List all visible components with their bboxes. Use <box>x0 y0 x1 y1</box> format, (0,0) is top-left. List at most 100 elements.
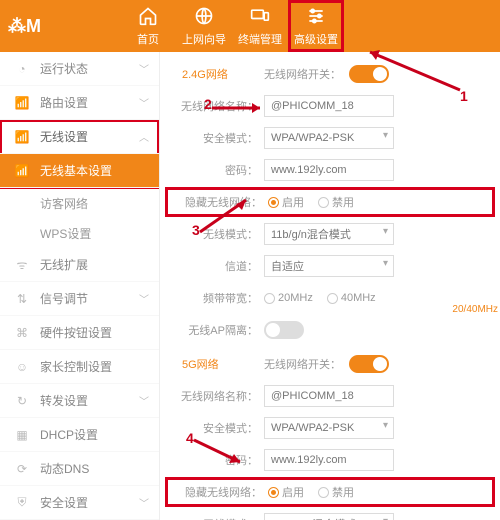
chevron-down-icon: ﹀ <box>139 95 149 110</box>
chevron-down-icon: ﹀ <box>139 495 149 510</box>
label-ssid: 无线网络名称： <box>166 98 264 114</box>
dhcp-icon: ▦ <box>14 427 30 443</box>
password5-input[interactable] <box>264 449 394 471</box>
sidebar-item-forward[interactable]: ↻ 转发设置 ﹀ <box>0 384 159 418</box>
sidebar-item-parent[interactable]: ☺家长控制设置 <box>0 350 159 384</box>
section-5g: 5G网络 <box>166 356 264 372</box>
forward-icon: ↻ <box>14 393 30 409</box>
label-chan: 信道： <box>166 258 264 274</box>
label-switch: 无线网络开关： <box>264 66 341 82</box>
radio-label-disable5: 禁用 <box>332 484 354 500</box>
wifi-icon: 📶 <box>14 129 30 145</box>
sidebar-label: 动态DNS <box>40 460 89 477</box>
wifi24-switch[interactable] <box>349 65 389 83</box>
hide24-enable-radio[interactable] <box>268 197 279 208</box>
mode24-select[interactable] <box>264 223 394 245</box>
label-ssid5: 无线网络名称： <box>166 388 264 404</box>
sidebar-label: DHCP设置 <box>40 426 98 443</box>
radio-label-enable: 启用 <box>282 194 304 210</box>
ssid24-input[interactable] <box>264 95 394 117</box>
channel24-select[interactable] <box>264 255 394 277</box>
antenna-icon: ᯤ <box>14 257 30 273</box>
hide5-disable-radio[interactable] <box>318 487 329 498</box>
hide5-enable-radio[interactable] <box>268 487 279 498</box>
nav-terminal-label: 终端管理 <box>238 31 282 47</box>
label-ap: 无线AP隔离： <box>166 322 264 338</box>
bw24-20-radio[interactable] <box>264 293 275 304</box>
sidebar: ◔运行状态﹀ 📶路由设置﹀ 📶无线设置︿ 📶无线基本设置 访客网络 WPS设置 … <box>0 52 160 520</box>
sidebar-item-wireless-basic[interactable]: 📶 无线基本设置 <box>0 154 159 188</box>
sidebar-item-signal[interactable]: ⇅ 信号调节 ﹀ <box>0 282 159 316</box>
chevron-down-icon: ﹀ <box>139 393 149 408</box>
gauge-icon: ◔ <box>14 61 30 77</box>
nav-guide[interactable]: 上网向导 <box>176 0 232 52</box>
label-mode: 无线模式： <box>166 226 264 242</box>
user-icon: ☺ <box>14 359 30 375</box>
nav-terminal[interactable]: 终端管理 <box>232 0 288 52</box>
sidebar-label: 无线基本设置 <box>40 162 112 179</box>
chevron-up-icon: ︿ <box>139 129 149 144</box>
section-24g: 2.4G网络 <box>166 66 264 82</box>
sidebar-item-status[interactable]: ◔ 运行状态 ﹀ <box>0 52 159 86</box>
security5-select[interactable] <box>264 417 394 439</box>
radio-label-disable: 禁用 <box>332 194 354 210</box>
sidebar-label: 硬件按钮设置 <box>40 324 112 341</box>
sidebar-label: 访客网络 <box>40 195 88 212</box>
label-bw: 频带带宽： <box>166 290 264 306</box>
globe-icon <box>194 6 214 29</box>
label-sec5: 安全模式： <box>166 420 264 436</box>
home-icon <box>138 6 158 29</box>
top-nav: ⁂M 首页 上网向导 终端管理 高级设置 <box>0 0 500 52</box>
radio-label-enable5: 启用 <box>282 484 304 500</box>
signal-icon: ⇅ <box>14 291 30 307</box>
sidebar-item-route[interactable]: 📶 路由设置 ﹀ <box>0 86 159 120</box>
sidebar-label: 安全设置 <box>40 494 88 511</box>
password24-input[interactable] <box>264 159 394 181</box>
wifi5-switch[interactable] <box>349 355 389 373</box>
chevron-down-icon: ﹀ <box>139 291 149 306</box>
ap24-switch[interactable] <box>264 321 304 339</box>
label-hide5: 隐藏无线网络： <box>170 484 268 500</box>
nav-guide-label: 上网向导 <box>182 31 226 47</box>
bw-hint: 20/40MHz <box>452 304 498 315</box>
sidebar-item-security[interactable]: ⛨ 安全设置 ﹀ <box>0 486 159 520</box>
sidebar-item-wireless[interactable]: 📶无线设置︿ <box>0 120 159 154</box>
sidebar-item-dhcp[interactable]: ▦ DHCP设置 <box>0 418 159 452</box>
label-switch5: 无线网络开关： <box>264 356 341 372</box>
bw24-40-radio[interactable] <box>327 293 338 304</box>
wifi-icon: 📶 <box>14 163 30 179</box>
nav-home[interactable]: 首页 <box>120 0 176 52</box>
security24-select[interactable] <box>264 127 394 149</box>
label-sec: 安全模式： <box>166 130 264 146</box>
router-icon: 📶 <box>14 95 30 111</box>
label-pwd5: 密码： <box>166 452 264 468</box>
sidebar-label: 转发设置 <box>40 392 88 409</box>
shield-icon: ⛨ <box>14 495 30 511</box>
sidebar-label: WPS设置 <box>40 225 91 242</box>
label-hide: 隐藏无线网络： <box>170 194 268 210</box>
brand-logo: ⁂M <box>0 0 60 52</box>
nav-home-label: 首页 <box>137 31 159 47</box>
mode5-select[interactable] <box>264 513 394 520</box>
sidebar-label: 信号调节 <box>40 290 88 307</box>
dns-icon: ⟳ <box>14 461 30 477</box>
sidebar-item-wps[interactable]: WPS设置 <box>0 218 159 248</box>
sidebar-item-hardware[interactable]: ⌘ 硬件按钮设置 <box>0 316 159 350</box>
sliders-icon <box>306 6 326 29</box>
devices-icon <box>250 6 270 29</box>
sidebar-item-guest[interactable]: 访客网络 <box>0 188 159 218</box>
sidebar-label: 路由设置 <box>40 94 88 111</box>
label-pwd: 密码： <box>166 162 264 178</box>
nav-advanced-label: 高级设置 <box>294 31 338 47</box>
sidebar-item-extend[interactable]: ᯤ无线扩展 <box>0 248 159 282</box>
hide24-disable-radio[interactable] <box>318 197 329 208</box>
sidebar-item-ddns[interactable]: ⟳ 动态DNS <box>0 452 159 486</box>
radio-label-40: 40MHz <box>341 292 376 304</box>
chevron-down-icon: ﹀ <box>139 61 149 76</box>
chip-icon: ⌘ <box>14 325 30 341</box>
label-mode5: 无线模式： <box>166 516 264 520</box>
nav-advanced[interactable]: 高级设置 <box>288 0 344 52</box>
ssid5-input[interactable] <box>264 385 394 407</box>
sidebar-label: 运行状态 <box>40 60 88 77</box>
settings-panel: 2.4G网络 无线网络开关： 无线网络名称： 安全模式： 密码： 隐藏无线网络：… <box>160 52 500 520</box>
